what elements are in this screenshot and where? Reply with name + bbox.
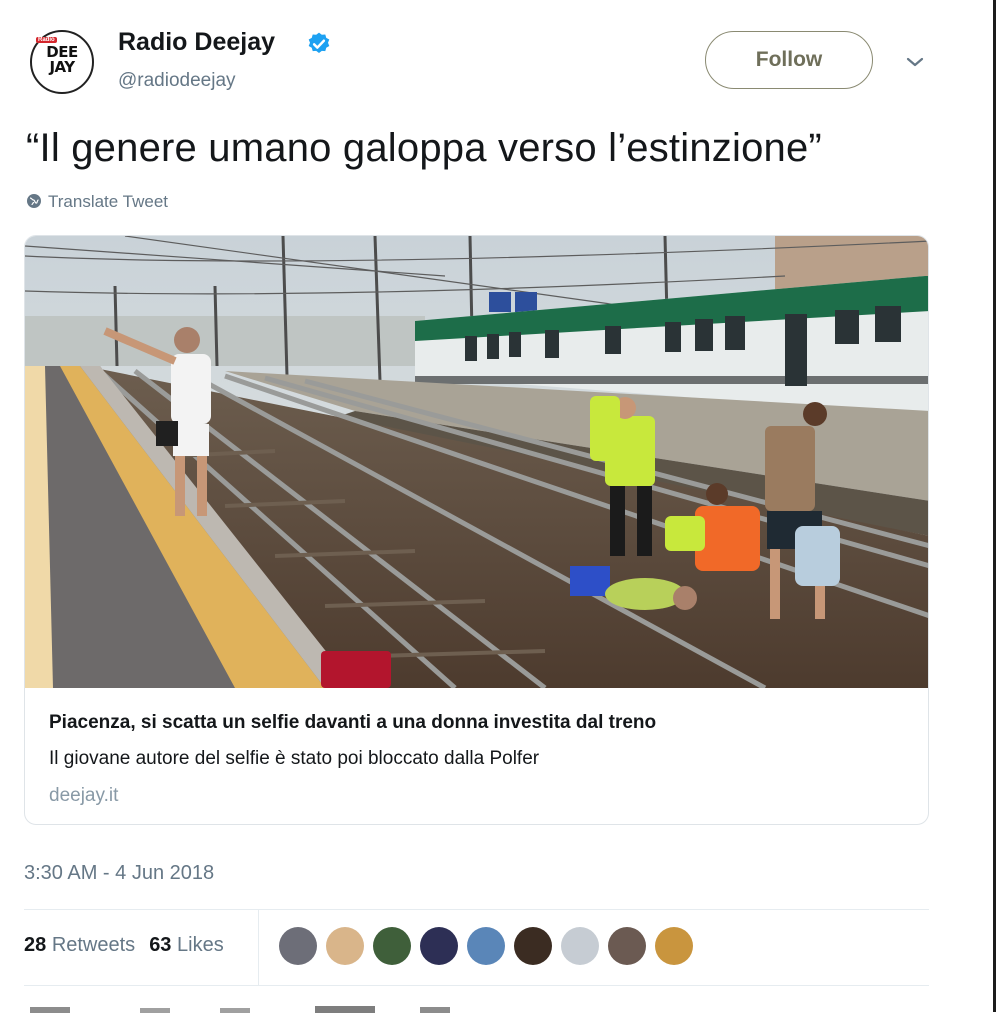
account-avatar[interactable]: Radio DEE JAY bbox=[30, 30, 94, 94]
divider bbox=[24, 909, 929, 910]
card-description: Il giovane autore del selfie è stato poi… bbox=[49, 748, 540, 769]
verified-badge-icon bbox=[308, 32, 330, 53]
divider bbox=[258, 910, 259, 985]
translate-label: Translate Tweet bbox=[48, 192, 169, 211]
retweets-stat[interactable]: 28 Retweets bbox=[24, 934, 135, 956]
retweets-count: 28 bbox=[24, 934, 47, 956]
retweets-label: Retweets bbox=[51, 934, 136, 956]
tweet-text: “Il genere umano galoppa verso l’estinzi… bbox=[26, 126, 822, 170]
railway-photo bbox=[25, 236, 928, 688]
link-card[interactable]: Piacenza, si scatta un selfie davanti a … bbox=[24, 235, 929, 825]
divider bbox=[24, 985, 929, 986]
account-handle[interactable]: @radiodeejay bbox=[118, 70, 236, 92]
likes-count: 63 bbox=[149, 934, 172, 956]
likes-label: Likes bbox=[177, 934, 224, 956]
liker-avatar-8[interactable] bbox=[608, 927, 646, 965]
liker-avatar-2[interactable] bbox=[326, 927, 364, 965]
tweet-stats: 28 Retweets 63 Likes bbox=[24, 934, 224, 957]
avatar-logo: DEE JAY bbox=[40, 45, 84, 79]
liker-avatar-4[interactable] bbox=[420, 927, 458, 965]
liker-avatar-1[interactable] bbox=[279, 927, 317, 965]
liker-avatar-3[interactable] bbox=[373, 927, 411, 965]
avatar-logo-line2: JAY bbox=[49, 58, 75, 76]
account-name[interactable]: Radio Deejay bbox=[118, 28, 275, 57]
chevron-down-icon[interactable] bbox=[903, 50, 927, 74]
globe-icon bbox=[27, 194, 41, 208]
liker-avatar-7[interactable] bbox=[561, 927, 599, 965]
translate-tweet-link[interactable]: Translate Tweet bbox=[26, 192, 168, 212]
card-domain[interactable]: deejay.it bbox=[49, 785, 118, 807]
follow-button[interactable]: Follow bbox=[705, 31, 873, 89]
likes-stat[interactable]: 63 Likes bbox=[149, 934, 224, 956]
liker-avatar-6[interactable] bbox=[514, 927, 552, 965]
liker-avatar-9[interactable] bbox=[655, 927, 693, 965]
card-title[interactable]: Piacenza, si scatta un selfie davanti a … bbox=[49, 712, 656, 734]
tweet-timestamp[interactable]: 3:30 AM - 4 Jun 2018 bbox=[24, 862, 214, 885]
liker-avatar-5[interactable] bbox=[467, 927, 505, 965]
